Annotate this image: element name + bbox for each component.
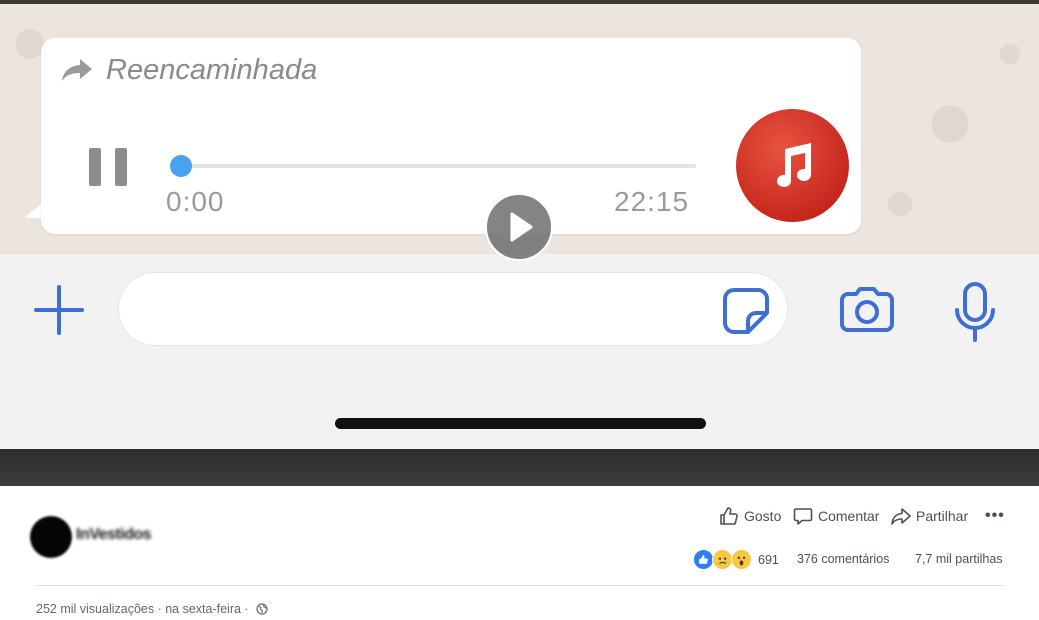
divider (36, 585, 1004, 586)
reaction-count: 691 (758, 552, 779, 567)
sticker-button[interactable] (722, 287, 770, 340)
post-time[interactable]: na sexta-feira (165, 602, 241, 616)
microphone-button[interactable] (953, 282, 997, 349)
comment-button[interactable]: Comentar (793, 506, 879, 526)
pause-icon-bar-left (89, 148, 101, 186)
microphone-icon (955, 282, 995, 342)
author-name[interactable]: InVestidos (76, 526, 152, 544)
comments-count-link[interactable]: 376 comentários (797, 552, 889, 566)
author-avatar[interactable] (30, 516, 72, 558)
plus-icon (34, 285, 84, 335)
comment-icon (793, 508, 813, 525)
pause-icon-bar-right (115, 148, 127, 186)
post-footer: InVestidos Gosto Comentar Partilhar ••• … (0, 486, 1039, 620)
home-indicator (335, 418, 706, 429)
views-count: 252 mil visualizações (36, 602, 155, 616)
like-reaction-icon (693, 549, 714, 570)
audio-progress-thumb[interactable] (170, 155, 192, 177)
play-button[interactable] (485, 193, 553, 261)
music-note-icon (776, 142, 811, 187)
audio-total-time: 22:15 (614, 186, 690, 217)
meta-separator: · (154, 602, 166, 616)
thumbs-up-icon (720, 507, 738, 525)
camera-button[interactable] (838, 286, 896, 339)
share-button[interactable]: Partilhar (891, 506, 968, 526)
globe-icon (256, 603, 268, 615)
share-label: Partilhar (916, 508, 969, 524)
shares-count-link[interactable]: 7,7 mil partilhas (915, 552, 1003, 566)
wow-reaction-icon (731, 549, 752, 570)
play-icon (510, 212, 533, 242)
video-player[interactable]: Reencaminhada 0:00 22:15 (0, 4, 1039, 449)
attach-plus-button[interactable] (34, 285, 84, 335)
forwarded-label: Reencaminhada (60, 50, 317, 90)
reactions-summary[interactable]: 691 (693, 549, 779, 570)
audio-progress-track[interactable] (181, 164, 696, 168)
share-icon (891, 508, 911, 525)
more-options-icon: ••• (985, 507, 1005, 524)
music-avatar (736, 109, 849, 222)
meta-separator: · (240, 602, 253, 616)
sticker-icon (723, 288, 769, 334)
forward-arrow-icon (62, 59, 92, 81)
like-button[interactable]: Gosto (719, 506, 781, 526)
message-input[interactable] (118, 272, 788, 346)
camera-icon (840, 287, 894, 332)
like-label: Gosto (744, 508, 782, 524)
more-options-button[interactable]: ••• (985, 506, 1005, 526)
comment-label: Comentar (818, 508, 880, 524)
audio-current-time: 0:00 (166, 186, 225, 217)
sad-reaction-icon (712, 549, 733, 570)
forwarded-text: Reencaminhada (106, 53, 318, 86)
post-meta: 252 mil visualizações · na sexta-feira · (36, 602, 268, 616)
video-controls-bar[interactable] (0, 449, 1039, 486)
